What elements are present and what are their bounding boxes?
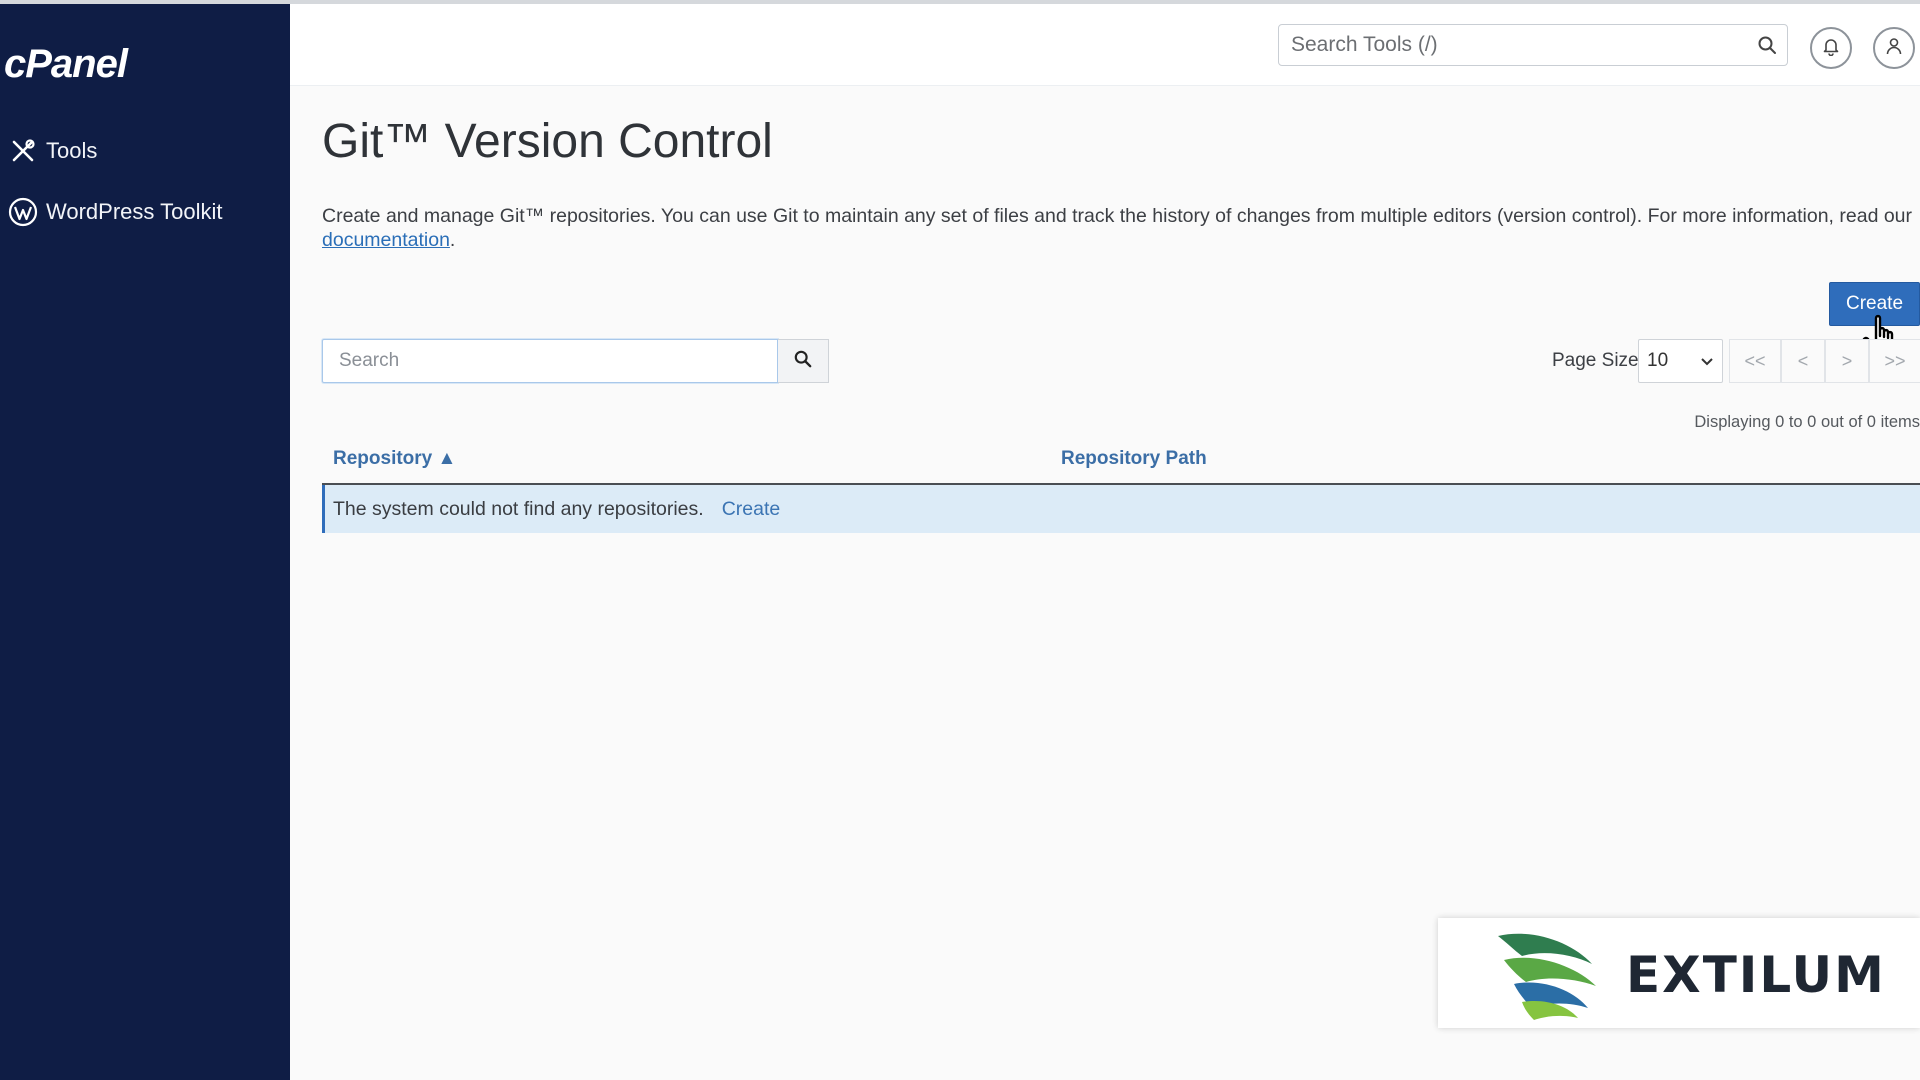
pager-last-button[interactable]: >> [1869,339,1920,383]
repository-search-button[interactable] [778,339,829,383]
displaying-count: Displaying 0 to 0 out of 0 items [1694,413,1920,431]
page-description: Create and manage Git™ repositories. You… [322,204,1920,252]
user-menu-button[interactable] [1873,27,1915,69]
sidebar: cPanel Tools WordPress Toolkit [0,4,290,1080]
page-size-value: 10 [1647,350,1669,371]
column-label: Repository [333,448,433,469]
pager-prev-button[interactable]: < [1781,339,1825,383]
create-link[interactable]: Create [722,498,781,521]
top-header [290,4,1920,86]
page-title: Git™ Version Control [322,115,773,168]
sidebar-item-label: Tools [46,138,98,163]
column-header-repository[interactable]: Repository ▲ [333,448,456,470]
page-size-select[interactable]: 10 [1638,339,1723,383]
repository-search [322,339,830,383]
description-suffix: . [449,229,456,251]
tool-search-box [1278,24,1788,66]
cpanel-logo[interactable]: cPanel [4,42,128,87]
description-text: Create and manage Git™ repositories. You… [322,205,1913,227]
user-icon [1884,36,1904,61]
empty-message: The system could not find any repositori… [333,497,704,520]
tools-icon [0,138,46,164]
chevron-down-icon [1700,352,1714,374]
search-icon [794,350,812,373]
sort-ascending-icon: ▲ [437,448,457,469]
column-header-repository-path[interactable]: Repository Path [1061,448,1207,470]
extilum-watermark: EXTILUM [1438,918,1920,1028]
pager-first-button[interactable]: << [1729,339,1781,383]
notifications-button[interactable] [1810,27,1852,69]
repository-search-input[interactable] [322,339,778,383]
page-size-label: Page Size [1552,350,1639,371]
watermark-text: EXTILUM [1626,946,1886,1004]
extilum-logo-icon [1498,933,1596,1020]
empty-table-row: The system could not find any repositori… [322,485,1920,533]
sidebar-item-label: WordPress Toolkit [46,199,223,224]
sidebar-item-wordpress-toolkit[interactable]: WordPress Toolkit [0,189,290,235]
wordpress-icon [0,197,46,227]
sidebar-item-tools[interactable]: Tools [0,128,290,174]
pager-next-button[interactable]: > [1825,339,1869,383]
documentation-link[interactable]: documentation [322,229,450,251]
tool-search-input[interactable] [1279,25,1747,65]
search-icon[interactable] [1747,35,1787,55]
bell-icon [1821,36,1841,61]
